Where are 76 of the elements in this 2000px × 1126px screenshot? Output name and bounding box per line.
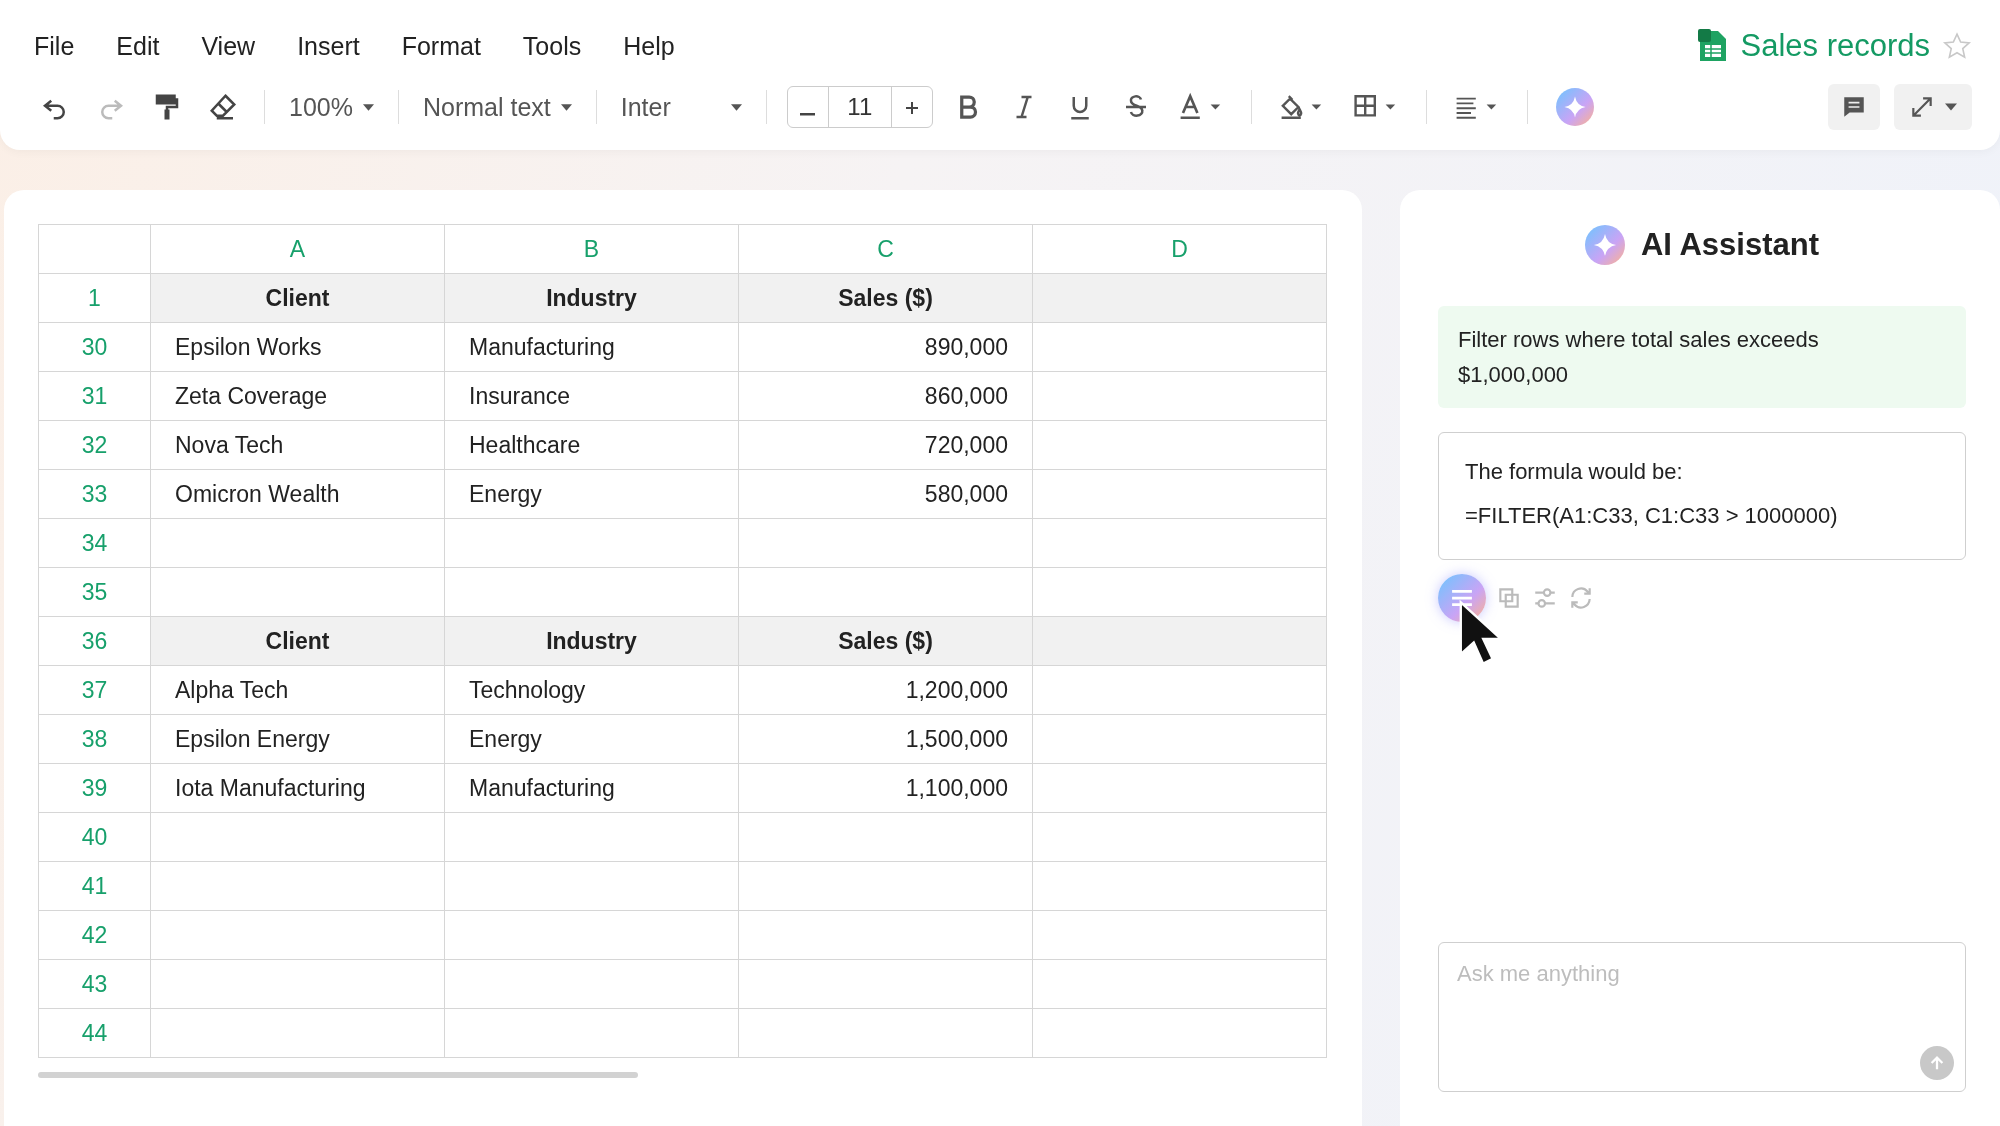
sliders-icon[interactable] bbox=[1532, 585, 1558, 611]
table-cell: 580,000 bbox=[739, 470, 1033, 519]
corner-cell[interactable] bbox=[39, 225, 151, 274]
row-number[interactable]: 31 bbox=[39, 372, 151, 421]
expand-icon bbox=[1909, 94, 1935, 120]
row-number[interactable]: 37 bbox=[39, 666, 151, 715]
expand-button[interactable] bbox=[1894, 84, 1972, 130]
caret-icon bbox=[1945, 103, 1957, 111]
arrow-up-icon bbox=[1928, 1054, 1946, 1072]
table-cell: 860,000 bbox=[739, 372, 1033, 421]
menu-item[interactable]: File bbox=[34, 31, 75, 61]
menu-item[interactable]: Insert bbox=[297, 31, 360, 61]
comment-icon bbox=[1841, 94, 1867, 120]
assistant-title: AI Assistant bbox=[1641, 227, 1819, 263]
table-cell: 1,100,000 bbox=[739, 764, 1033, 813]
table-cell: 1,200,000 bbox=[739, 666, 1033, 715]
row-number[interactable]: 39 bbox=[39, 764, 151, 813]
table-cell: Healthcare bbox=[445, 421, 739, 470]
table-cell: Energy bbox=[445, 470, 739, 519]
menu-item[interactable]: Format bbox=[401, 31, 481, 61]
table-cell: Epsilon Works bbox=[151, 323, 445, 372]
lines-icon bbox=[1451, 589, 1473, 607]
caret-icon bbox=[560, 103, 572, 111]
table-cell: Alpha Tech bbox=[151, 666, 445, 715]
caret-icon bbox=[730, 103, 742, 111]
table-cell: Zeta Coverage bbox=[151, 372, 445, 421]
font-dropdown[interactable]: Inter bbox=[616, 92, 746, 122]
eraser-icon[interactable] bbox=[208, 92, 238, 122]
row-number[interactable]: 41 bbox=[39, 862, 151, 911]
text-style-dropdown[interactable]: Normal text bbox=[418, 92, 576, 122]
caret-icon bbox=[362, 103, 374, 111]
menu-item[interactable]: Help bbox=[623, 31, 675, 61]
table-cell: Manufacturing bbox=[445, 764, 739, 813]
sparkle-icon bbox=[1585, 225, 1625, 265]
table-cell: Technology bbox=[445, 666, 739, 715]
row-number[interactable]: 38 bbox=[39, 715, 151, 764]
table-cell: Sales ($) bbox=[739, 274, 1033, 323]
minus-icon bbox=[800, 113, 816, 116]
reply-text: The formula would be: bbox=[1465, 458, 1684, 486]
row-number[interactable]: 34 bbox=[39, 519, 151, 568]
scrollbar-thumb[interactable] bbox=[38, 1072, 638, 1078]
row-number[interactable]: 44 bbox=[39, 1009, 151, 1058]
table-cell: Epsilon Energy bbox=[151, 715, 445, 764]
row-number[interactable]: 33 bbox=[39, 470, 151, 519]
table-cell: 1,500,000 bbox=[739, 715, 1033, 764]
row-number[interactable]: 32 bbox=[39, 421, 151, 470]
comment-button[interactable] bbox=[1828, 84, 1880, 130]
star-icon[interactable] bbox=[1942, 31, 1972, 61]
table-cell: 720,000 bbox=[739, 421, 1033, 470]
table-cell: Sales ($) bbox=[739, 617, 1033, 666]
menu-item[interactable]: Tools bbox=[522, 31, 582, 61]
table-cell: Nova Tech bbox=[151, 421, 445, 470]
plus-icon bbox=[903, 99, 920, 116]
row-number[interactable]: 42 bbox=[39, 911, 151, 960]
table-cell: Iota Manufacturing bbox=[151, 764, 445, 813]
menu-item[interactable]: View bbox=[201, 31, 256, 61]
reply-text: =FILTER(A1:C33, C1:C33 > 1000000) bbox=[1465, 502, 1839, 530]
table-cell: Manufacturing bbox=[445, 323, 739, 372]
spreadsheet-icon bbox=[1698, 29, 1729, 63]
message-input[interactable]: Ask me anything bbox=[1438, 942, 1966, 1092]
row-number[interactable]: 40 bbox=[39, 813, 151, 862]
table-cell: Insurance bbox=[445, 372, 739, 421]
row-number[interactable]: 35 bbox=[39, 568, 151, 617]
table-cell: Industry bbox=[445, 274, 739, 323]
zoom-dropdown[interactable]: 100% bbox=[285, 92, 378, 122]
row-number[interactable]: 30 bbox=[39, 323, 151, 372]
table-cell: Omicron Wealth bbox=[151, 470, 445, 519]
menu-item[interactable]: Edit bbox=[116, 31, 160, 61]
table-cell: 890,000 bbox=[739, 323, 1033, 372]
table-cell: Client bbox=[151, 274, 445, 323]
table-cell: Client bbox=[151, 617, 445, 666]
table-cell: Industry bbox=[445, 617, 739, 666]
row-number[interactable]: 43 bbox=[39, 960, 151, 1009]
user-message: Filter rows where total sales exceeds $1,000,000 bbox=[1438, 306, 1966, 408]
table-cell: Energy bbox=[445, 715, 739, 764]
document-title: Sales records bbox=[1740, 28, 1930, 64]
